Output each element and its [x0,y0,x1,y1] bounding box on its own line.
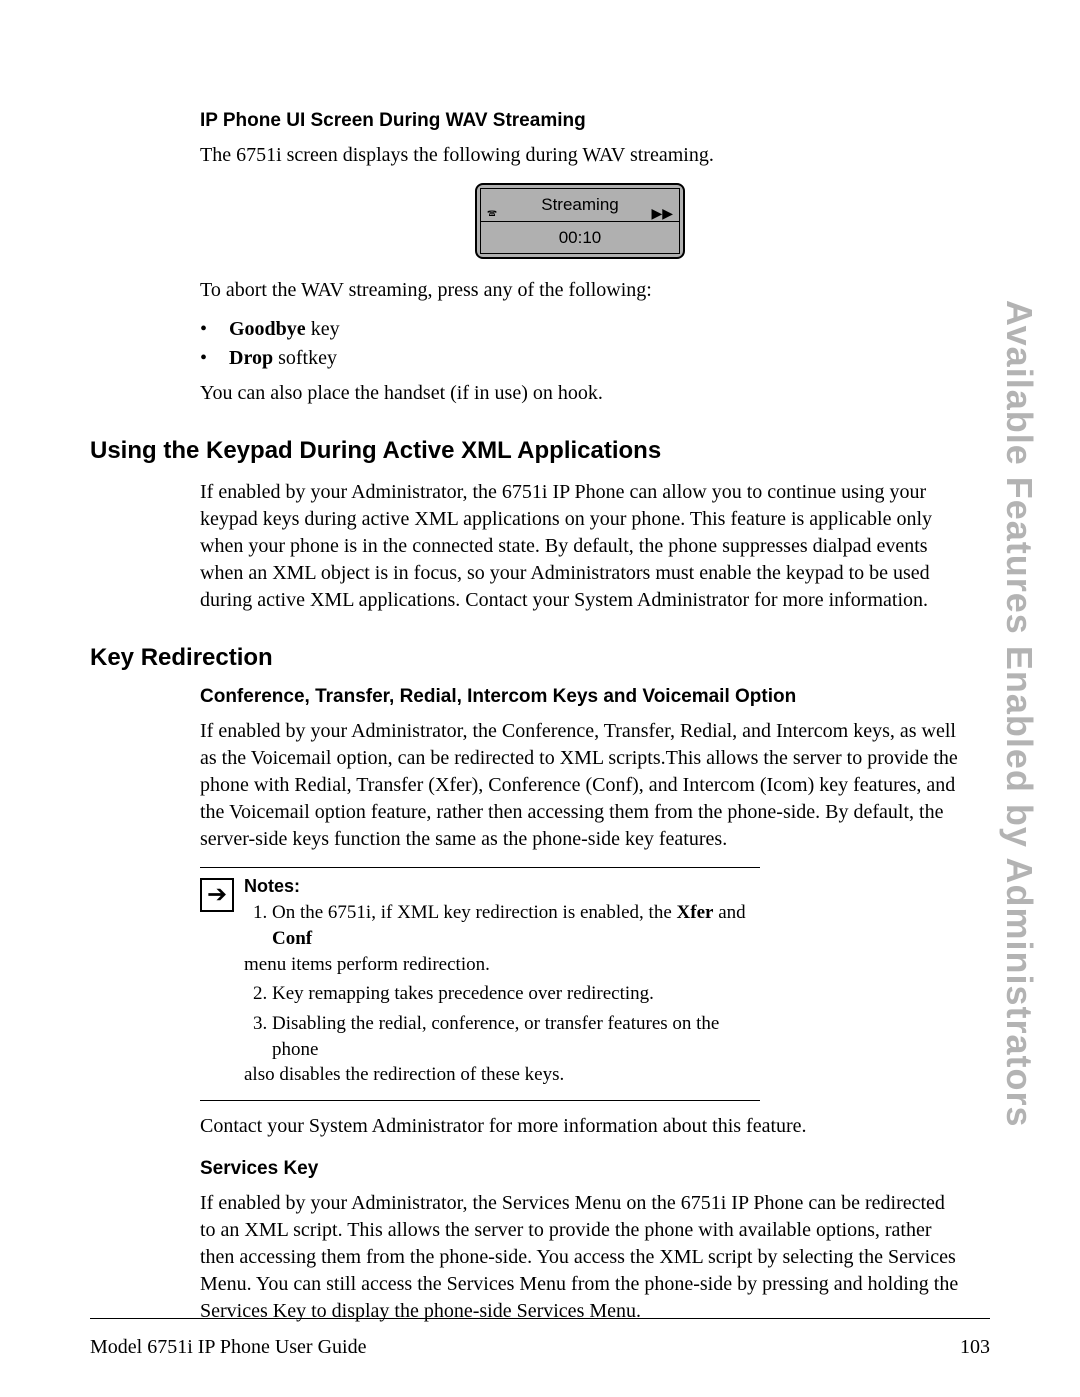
phone-lcd-illustration: 🕿 Streaming ▶▶ 00:10 [200,183,960,259]
arrow-right-icon: ➔ [200,878,234,912]
wav-abort-goodbye: Goodbye key [200,318,960,341]
keypad-section-body: If enabled by your Administrator, the 67… [200,479,960,614]
keypad-text: If enabled by your Administrator, the 67… [200,479,960,614]
key-redirection-text: If enabled by your Administrator, the Co… [200,718,960,853]
key-redirection-body: Conference, Transfer, Redial, Intercom K… [200,686,960,1325]
lcd-line1-text: Streaming [541,195,618,214]
note-2: Key remapping takes precedence over redi… [272,981,760,1007]
wav-streaming-section: IP Phone UI Screen During WAV Streaming … [200,110,960,407]
key-redirection-contact: Contact your System Administrator for mo… [200,1113,960,1140]
notes-body: ➔ Notes: On the 6751i, if XML key redire… [200,868,760,1100]
footer-rule [90,1318,990,1319]
note-1: On the 6751i, if XML key redirection is … [272,900,760,977]
note1-conf: Conf [272,928,312,949]
note3-line2: also disables the redirection of these k… [244,1062,760,1088]
drop-rest: softkey [273,347,337,369]
side-title: Available Features Enabled by Administra… [998,300,1040,1128]
note1-second-line: menu items perform redirection. [244,952,760,978]
note1-xfer: Xfer [677,902,714,923]
page-footer: Model 6751i IP Phone User Guide 103 [90,1336,990,1359]
wav-handset-text: You can also place the handset (if in us… [200,380,960,407]
wav-abort-text: To abort the WAV streaming, press any of… [200,277,960,304]
document-page: Available Features Enabled by Administra… [0,0,1080,1397]
wav-abort-drop: Drop softkey [200,347,960,370]
drop-bold: Drop [229,347,273,369]
wav-abort-list: Goodbye key Drop softkey [200,318,960,370]
note1-pre: On the 6751i, if XML key redirection is … [272,902,677,923]
wav-intro: The 6751i screen displays the following … [200,142,960,169]
notes-title: Notes: [244,874,760,898]
notes-block: ➔ Notes: On the 6751i, if XML key redire… [200,867,760,1101]
note-3: Disabling the redial, conference, or tra… [272,1011,760,1088]
keypad-heading: Using the Keypad During Active XML Appli… [90,437,960,465]
key-redirection-subhead: Conference, Transfer, Redial, Intercom K… [200,686,960,708]
wav-heading: IP Phone UI Screen During WAV Streaming [200,110,960,132]
note1-mid: and [713,902,745,923]
note3-line1: Disabling the redial, conference, or tra… [272,1013,719,1060]
goodbye-bold: Goodbye [229,318,306,340]
services-key-text: If enabled by your Administrator, the Se… [200,1190,960,1325]
lcd-screen: 🕿 Streaming ▶▶ 00:10 [480,188,680,254]
lcd-frame: 🕿 Streaming ▶▶ 00:10 [475,183,685,259]
lcd-row-2: 00:10 [481,221,679,254]
notes-list: On the 6751i, if XML key redirection is … [244,900,760,1087]
lcd-time-text: 00:10 [559,228,602,247]
goodbye-rest: key [306,318,340,340]
key-redirection-heading: Key Redirection [90,644,960,672]
notes-content: Notes: On the 6751i, if XML key redirect… [244,874,760,1092]
footer-page-number: 103 [960,1336,990,1359]
lcd-row-1: 🕿 Streaming ▶▶ [481,189,679,221]
notes-bottom-rule [200,1100,760,1101]
services-key-heading: Services Key [200,1158,960,1180]
footer-left: Model 6751i IP Phone User Guide [90,1336,366,1359]
